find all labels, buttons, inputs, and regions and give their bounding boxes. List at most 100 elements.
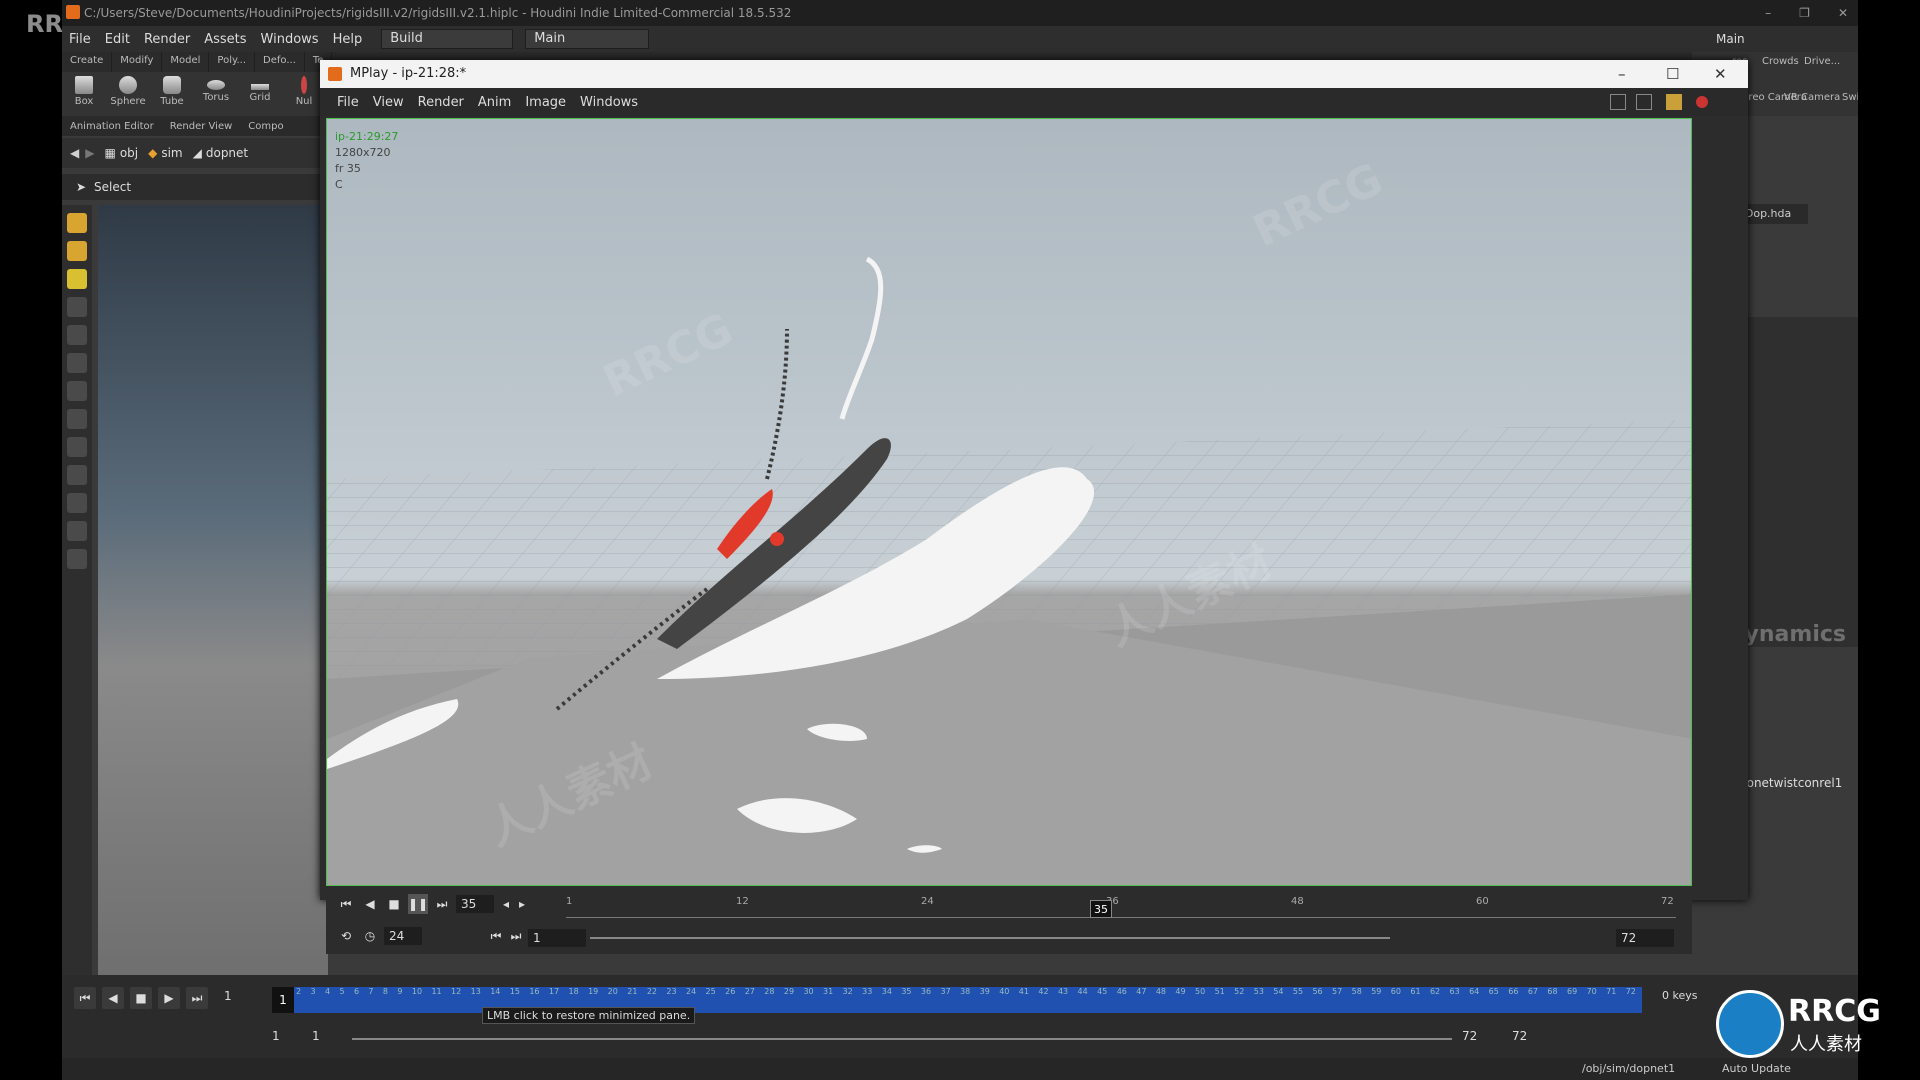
tab-render-view[interactable]: Render View — [162, 121, 241, 132]
range-start-field[interactable]: 1 — [272, 1029, 280, 1043]
snap-icon[interactable] — [67, 353, 87, 373]
range-slider[interactable] — [352, 1038, 1452, 1040]
mplay-jump-end-icon[interactable]: ⏭ — [432, 894, 452, 914]
stop-icon[interactable]: ■ — [130, 987, 152, 1009]
forward-arrow-icon[interactable]: ▶ — [85, 146, 94, 160]
select-tool-icon[interactable] — [67, 297, 87, 317]
right-main-dropdown[interactable]: Main — [1692, 26, 1858, 52]
play-reverse-icon[interactable]: ◀ — [102, 987, 124, 1009]
shelf-tab-create[interactable]: Create — [62, 52, 113, 72]
mplay-fps-field[interactable]: 24 — [384, 927, 422, 945]
pose-tool-icon[interactable] — [67, 241, 87, 261]
timeline-tick: 35 — [901, 987, 912, 996]
desktop-dropdown[interactable]: Build — [381, 29, 514, 49]
shelf-tab-model[interactable]: Model — [162, 52, 210, 72]
pivot-icon[interactable] — [67, 381, 87, 401]
frame-icon[interactable] — [67, 493, 87, 513]
mplay-range-end-icon[interactable]: ⏭ — [506, 926, 526, 946]
timeline-tick: 63 — [1449, 987, 1460, 996]
range-end-field[interactable]: 72 — [1462, 1029, 1477, 1043]
close-icon[interactable]: ✕ — [1838, 0, 1848, 26]
mplay-snapshot-icon[interactable] — [1636, 94, 1652, 110]
handle-tool-icon[interactable] — [67, 213, 87, 233]
mplay-menu-file[interactable]: File — [330, 95, 366, 110]
sim-render-image — [327, 256, 1691, 885]
mplay-loop-icon[interactable]: ⟲ — [336, 926, 356, 946]
mplay-realtime-icon[interactable]: ◷ — [360, 926, 380, 946]
menu-assets[interactable]: Assets — [197, 32, 253, 47]
mplay-maximize-icon[interactable]: ☐ — [1666, 60, 1679, 88]
lock-icon[interactable] — [67, 325, 87, 345]
mplay-image-viewer[interactable]: ip-21:29:27 1280x720 fr 35 C — [326, 118, 1692, 886]
menu-windows[interactable]: Windows — [254, 32, 326, 47]
back-arrow-icon[interactable]: ◀ — [70, 146, 79, 160]
jump-start-icon[interactable]: ⏮ — [74, 987, 96, 1009]
menu-file[interactable]: File — [62, 32, 98, 47]
tool-grid[interactable]: Grid — [238, 72, 282, 116]
mplay-pause-icon[interactable]: ❚❚ — [408, 894, 428, 914]
path-segment-sim[interactable]: ◆ sim — [148, 146, 183, 160]
shelf-tab-poly[interactable]: Poly... — [209, 52, 256, 72]
mplay-range-start-icon[interactable]: ⏮ — [486, 926, 506, 946]
camera-icon[interactable] — [67, 465, 87, 485]
shelf-tab-modify[interactable]: Modify — [112, 52, 163, 72]
mplay-record-icon[interactable] — [1696, 96, 1708, 108]
mplay-render-icon[interactable] — [1666, 94, 1682, 110]
frame-field[interactable]: 1 — [224, 989, 232, 1003]
mplay-frame-ruler[interactable]: 1 12 24 36 48 60 72 35 — [566, 896, 1676, 918]
mplay-fit-icon[interactable] — [1610, 94, 1626, 110]
tab-animation-editor[interactable]: Animation Editor — [62, 121, 162, 132]
mplay-range-end-field[interactable]: 72 — [1616, 929, 1674, 947]
rotate-icon[interactable] — [67, 409, 87, 429]
jump-end-icon[interactable]: ⏭ — [186, 987, 208, 1009]
mplay-menu-anim[interactable]: Anim — [471, 95, 518, 110]
range-end2-field[interactable]: 72 — [1512, 1029, 1527, 1043]
houdini-title-bar: C:/Users/Steve/Documents/HoudiniProjects… — [62, 0, 1858, 26]
tool-box[interactable]: Box — [62, 72, 106, 116]
minimize-icon[interactable]: – — [1765, 0, 1771, 26]
tool-tube[interactable]: Tube — [150, 72, 194, 116]
tool-vr-camera[interactable]: VR Camera — [1784, 92, 1840, 103]
mplay-range-start-field[interactable]: 1 — [528, 929, 586, 947]
main-dropdown[interactable]: Main — [525, 29, 650, 49]
menu-render[interactable]: Render — [137, 32, 197, 47]
tool-switcher[interactable]: Swi — [1842, 92, 1858, 103]
mplay-menu-view[interactable]: View — [366, 95, 411, 110]
mplay-jump-start-icon[interactable]: ⏮ — [336, 894, 356, 914]
timeline-scrubber[interactable]: 1 2 3 4 5 6 7 8 9 10 11 12 13 14 15 16 17 18 19 20 21 22 23 24… — [272, 987, 1642, 1013]
mplay-menu-image[interactable]: Image — [518, 95, 573, 110]
scene-viewport[interactable] — [98, 205, 328, 975]
mplay-close-icon[interactable]: ✕ — [1714, 60, 1727, 88]
play-icon[interactable]: ▶ — [158, 987, 180, 1009]
mplay-play-reverse-icon[interactable]: ◀ — [360, 894, 380, 914]
scale-icon[interactable] — [67, 437, 87, 457]
range-start2-field[interactable]: 1 — [312, 1029, 320, 1043]
view-icon[interactable] — [67, 549, 87, 569]
maximize-icon[interactable]: ❐ — [1799, 0, 1810, 26]
net-path-field[interactable]: /obj/sim/dopnet1 — [1582, 1062, 1675, 1075]
magnet-icon[interactable] — [67, 521, 87, 541]
tab-compositor[interactable]: Compo — [240, 121, 291, 132]
path-segment-obj[interactable]: ▦ obj — [104, 146, 138, 160]
mplay-range-slider[interactable] — [590, 937, 1390, 939]
mplay-minimize-icon[interactable]: – — [1618, 60, 1626, 88]
tool-sphere[interactable]: Sphere — [106, 72, 150, 116]
shelf-tab-deform[interactable]: Defo... — [255, 52, 305, 72]
timeline-tick: 61 — [1410, 987, 1421, 996]
mplay-stop-icon[interactable]: ■ — [384, 894, 404, 914]
path-segment-dopnet[interactable]: ◢ dopnet — [193, 146, 249, 160]
brush-tool-icon[interactable] — [67, 269, 87, 289]
mplay-menu-windows[interactable]: Windows — [573, 95, 645, 110]
timeline-tick: 22 — [646, 987, 657, 996]
menu-edit[interactable]: Edit — [98, 32, 137, 47]
tool-torus[interactable]: Torus — [194, 72, 238, 116]
mplay-frame-field[interactable]: 35 — [456, 895, 494, 913]
timeline-current-marker[interactable]: 1 — [272, 987, 294, 1013]
right-shelf-tab-drive[interactable]: Drive... — [1804, 56, 1840, 67]
mplay-menu-render[interactable]: Render — [411, 95, 471, 110]
right-shelf-tab-crowds[interactable]: Crowds — [1762, 56, 1799, 67]
mplay-step-forward-icon[interactable]: ▸ — [512, 894, 532, 914]
mplay-current-marker[interactable]: 35 — [1090, 900, 1112, 918]
menu-help[interactable]: Help — [326, 32, 370, 47]
select-tool-bar[interactable]: ➤ Select — [62, 174, 322, 200]
